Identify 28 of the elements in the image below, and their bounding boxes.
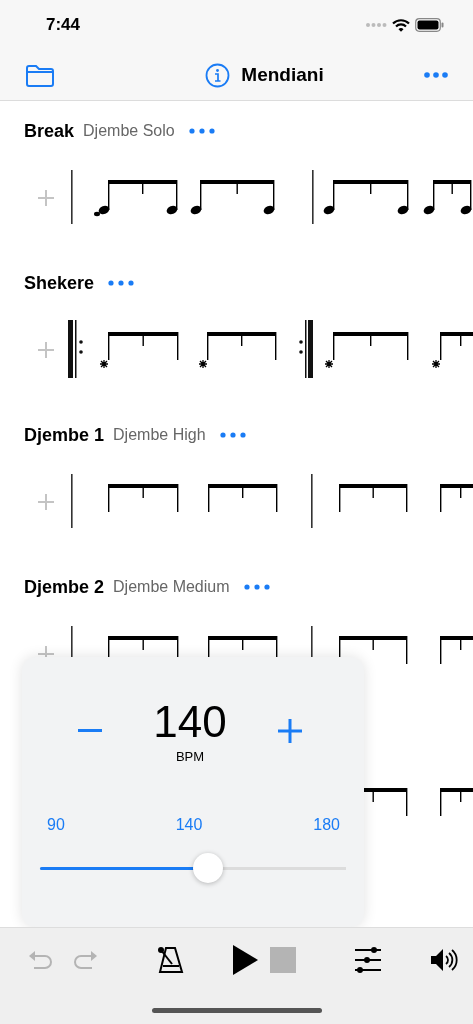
track-name: Break (24, 120, 75, 142)
track-menu-button[interactable] (108, 280, 135, 286)
status-time: 7:44 (46, 15, 81, 35)
track-menu-button[interactable] (243, 584, 270, 590)
folder-button[interactable] (25, 63, 55, 87)
track-menu-button[interactable] (219, 432, 246, 438)
wifi-icon (392, 18, 410, 32)
track-name: Djembe 2 (24, 576, 105, 598)
current-tempo: 140 (175, 816, 203, 834)
play-button[interactable] (232, 943, 258, 977)
document-title: Mendiani (241, 64, 324, 86)
info-button[interactable] (205, 62, 231, 88)
max-tempo: 180 (313, 816, 340, 834)
track-menu-button[interactable] (188, 128, 215, 134)
instrument-label: Djembe Medium (113, 578, 230, 596)
more-button[interactable] (424, 72, 448, 78)
instrument-label: Djembe Solo (83, 122, 175, 140)
instrument-label: Djembe High (113, 426, 206, 444)
increase-button[interactable] (278, 718, 302, 743)
tempo-unit: BPM (175, 749, 205, 764)
signal-icon (365, 22, 387, 28)
minus-icon (78, 728, 102, 733)
slider-thumb[interactable] (193, 853, 224, 883)
battery-icon (415, 18, 444, 32)
track-name: Djembe 1 (24, 424, 105, 446)
min-tempo: 90 (47, 816, 65, 834)
tempo-value: 140 (153, 697, 227, 747)
track-name: Shekere (24, 272, 95, 294)
